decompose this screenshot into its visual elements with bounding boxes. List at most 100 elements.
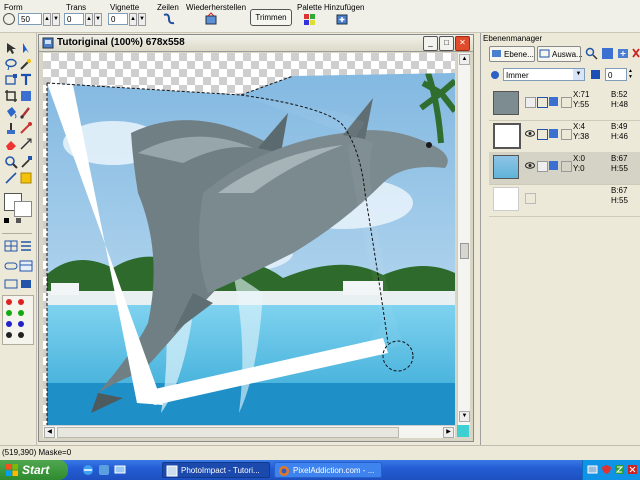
scroll-right-arrow[interactable]: ▶ xyxy=(443,427,454,438)
tray-shield-icon[interactable] xyxy=(601,464,612,475)
retouch-tool-icon[interactable] xyxy=(19,121,33,135)
layer-visibility-off-icon[interactable] xyxy=(525,97,536,108)
crop-tool-icon[interactable] xyxy=(4,89,18,103)
pointer-tool-icon[interactable] xyxy=(19,41,33,55)
opacity-input[interactable]: 0 xyxy=(605,68,627,81)
image-canvas[interactable] xyxy=(43,53,455,425)
taskbar-item-browser[interactable]: PixelAddiction.com - ... xyxy=(274,462,382,478)
vignette-stepper[interactable]: ▲ ▼ xyxy=(129,13,147,26)
lasso-tool-icon[interactable] xyxy=(4,57,18,71)
layer-row[interactable]: X:4 Y:38 B:49 H:46 xyxy=(489,120,640,153)
close-button[interactable]: ✕ xyxy=(455,36,470,51)
vertical-scrollbar[interactable]: ▲ ▼ xyxy=(457,53,470,425)
panel-delete-icon[interactable] xyxy=(631,47,640,60)
vignette-input[interactable]: 0 xyxy=(108,13,128,25)
minimize-button[interactable]: _ xyxy=(423,36,438,51)
add-icon[interactable] xyxy=(335,12,349,26)
line-tool-icon[interactable] xyxy=(4,171,18,185)
layer-link-icon[interactable] xyxy=(561,97,572,108)
panel-search-icon[interactable] xyxy=(585,47,598,60)
document-titlebar[interactable]: Tutoriginal (100%) 678x558 _ □ ✕ xyxy=(39,35,473,52)
brush-tool-icon[interactable] xyxy=(19,105,33,119)
zoom-tool-icon[interactable] xyxy=(4,155,18,169)
black-swatch[interactable] xyxy=(6,332,12,338)
form-stepper[interactable]: ▲ ▼ xyxy=(43,13,61,26)
clone-stamp-icon[interactable] xyxy=(4,121,18,135)
layer-link-icon[interactable] xyxy=(561,129,572,140)
desktop-quicklaunch-icon[interactable] xyxy=(114,464,126,476)
horizontal-scroll-thumb[interactable] xyxy=(57,427,399,438)
layer-position: X:71 Y:55 xyxy=(573,90,590,109)
trans-stepper[interactable]: ▲ ▼ xyxy=(85,13,103,26)
green-swatch-alt[interactable] xyxy=(18,310,24,316)
maximize-button[interactable]: □ xyxy=(439,36,454,51)
chevron-down-icon[interactable]: ▼ xyxy=(573,69,584,80)
restore-icon[interactable] xyxy=(204,12,218,26)
panel-list-icon[interactable] xyxy=(19,239,33,253)
layer-manager-panel: Ebenenmanager Ebene... Auswa... Immer ▼ … xyxy=(480,33,640,445)
swap-colors-icon[interactable] xyxy=(16,218,21,223)
eraser-tool-icon[interactable] xyxy=(4,137,18,151)
panel-link-icon[interactable] xyxy=(4,259,18,273)
panel-merge-icon[interactable] xyxy=(601,47,614,60)
layer-lock-icon[interactable] xyxy=(537,161,548,172)
green-swatch[interactable] xyxy=(6,310,12,316)
layer-lock-icon[interactable] xyxy=(537,129,548,140)
scroll-up-arrow[interactable]: ▲ xyxy=(459,54,470,65)
panel-new-layer-icon[interactable] xyxy=(617,47,630,60)
layer-visibility-icon[interactable] xyxy=(525,129,535,138)
layer-mask-icon[interactable] xyxy=(549,97,558,106)
opacity-stepper[interactable]: ▲ ▼ xyxy=(628,68,638,81)
panel-table-icon[interactable] xyxy=(19,259,33,273)
zeilen-icon[interactable] xyxy=(162,12,176,26)
tray-app-icon[interactable] xyxy=(614,464,625,475)
magic-wand-icon[interactable] xyxy=(19,57,33,71)
background-color-swatch[interactable] xyxy=(14,201,32,217)
palette-icon[interactable] xyxy=(303,12,317,26)
eyedropper-icon[interactable] xyxy=(19,155,33,169)
horizontal-scrollbar[interactable]: ◀ ▶ xyxy=(43,425,455,438)
blue-swatch[interactable] xyxy=(6,321,12,327)
layer-lock-icon[interactable] xyxy=(537,97,548,108)
layer-row-selected[interactable]: X:0 Y:0 B:67 H:55 xyxy=(489,152,640,185)
taskbar-item-photoimpact[interactable]: PhotoImpact - Tutori... xyxy=(162,462,270,478)
pick-tool-icon[interactable] xyxy=(4,41,18,55)
trans-input[interactable]: 0 xyxy=(64,13,84,25)
media-quicklaunch-icon[interactable] xyxy=(98,464,110,476)
panel-frame-icon[interactable] xyxy=(4,277,18,291)
document-icon xyxy=(42,37,54,49)
blue-swatch-alt[interactable] xyxy=(18,321,24,327)
layer-visibility-off-icon[interactable] xyxy=(525,193,536,204)
default-colors-icon[interactable] xyxy=(4,218,9,223)
layer-visibility-icon[interactable] xyxy=(525,161,535,170)
black-swatch-alt[interactable] xyxy=(18,332,24,338)
transform-tool-icon[interactable] xyxy=(4,73,18,87)
shape-tool-icon[interactable] xyxy=(19,89,33,103)
red-swatch[interactable] xyxy=(6,299,12,305)
form-input[interactable]: 50 xyxy=(18,13,42,25)
vertical-scroll-thumb[interactable] xyxy=(460,243,469,259)
layer-row[interactable]: X:71 Y:55 B:52 H:48 xyxy=(489,88,640,121)
object-eraser-icon[interactable] xyxy=(19,137,33,151)
ie-quicklaunch-icon[interactable] xyxy=(82,464,94,476)
red-swatch-alt[interactable] xyxy=(18,299,24,305)
scroll-down-arrow[interactable]: ▼ xyxy=(459,411,470,422)
paint-bucket-icon[interactable] xyxy=(4,105,18,119)
blend-mode-select[interactable]: Immer ▼ xyxy=(503,68,585,81)
layer-mask-icon[interactable] xyxy=(549,129,558,138)
path-edit-icon[interactable] xyxy=(19,171,33,185)
tray-close-icon[interactable] xyxy=(627,464,638,475)
layer-link-icon[interactable] xyxy=(561,161,572,172)
layer-mask-icon[interactable] xyxy=(549,161,558,170)
scroll-left-arrow[interactable]: ◀ xyxy=(44,427,55,438)
panel-effect-icon[interactable] xyxy=(19,277,33,291)
panel-grid-icon[interactable] xyxy=(4,239,18,253)
windows-logo-icon xyxy=(6,464,18,476)
trim-button[interactable]: Trimmen xyxy=(250,9,292,26)
layer-row[interactable]: B:67 H:55 xyxy=(489,184,640,217)
ellipse-shape-icon[interactable] xyxy=(3,13,15,25)
tray-network-icon[interactable] xyxy=(587,464,598,475)
text-tool-icon[interactable] xyxy=(19,73,33,87)
selection-tab-icon xyxy=(539,49,550,58)
start-button[interactable]: Start xyxy=(0,460,68,480)
